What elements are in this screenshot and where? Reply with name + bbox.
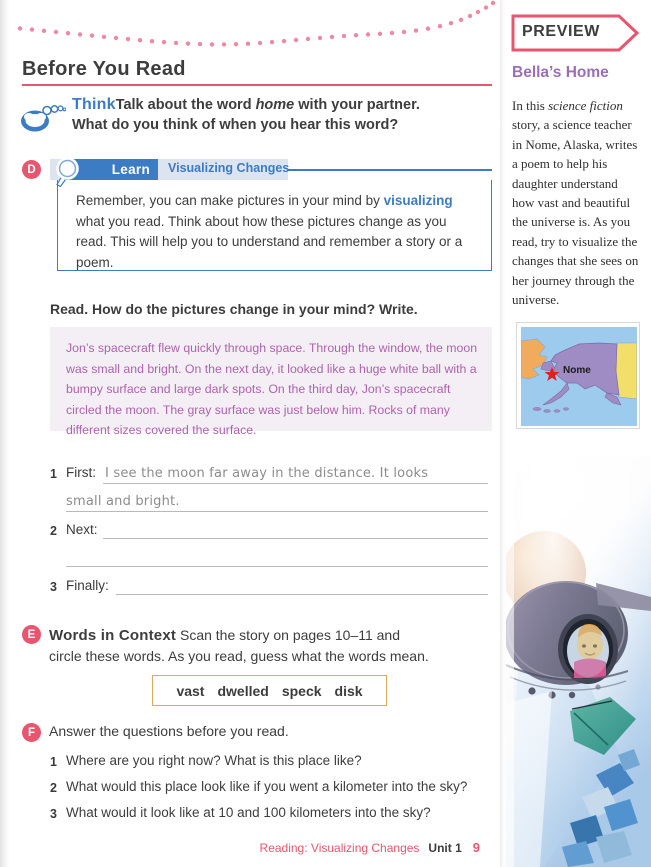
read-prompt: Read. How do the pictures change in your… bbox=[50, 301, 418, 317]
footer-page-number: 9 bbox=[472, 840, 480, 855]
words-in-context-instruction-1: Scan the story on pages 10–11 and bbox=[176, 627, 400, 643]
alaska-map: Nome bbox=[516, 322, 640, 429]
answer-rule-2a bbox=[103, 538, 488, 539]
think-line1-b: with your partner. bbox=[294, 97, 420, 113]
words-in-context-heading-row: Words in Context Scan the story on pages… bbox=[49, 625, 492, 666]
sidebar-edge-shadow bbox=[500, 0, 506, 867]
words-in-context-block: Words in Context Scan the story on pages… bbox=[22, 625, 492, 666]
answer-number-1: 1 bbox=[50, 467, 57, 481]
answer-rule-3a bbox=[116, 594, 488, 595]
page-footer: Reading: Visualizing Changes Unit 1 9 bbox=[0, 840, 492, 855]
page-spine-shadow bbox=[0, 0, 10, 867]
story-text: Jon’s spacecraft flew quickly through sp… bbox=[66, 341, 478, 437]
answer-rule-1a bbox=[103, 483, 488, 484]
think-text: ThinkTalk about the word home with your … bbox=[72, 95, 485, 135]
preview-banner-label: PREVIEW bbox=[522, 23, 600, 40]
vocab-word-3[interactable]: speck bbox=[282, 683, 322, 699]
answer-handwriting-1-line2: small and bright. bbox=[66, 494, 180, 509]
learn-keyword: visualizing bbox=[383, 193, 453, 208]
answer-rule-2b bbox=[66, 566, 488, 567]
answer-number-2: 2 bbox=[50, 524, 57, 538]
answer-number-3: 3 bbox=[50, 580, 57, 594]
learn-content-box: Remember, you can make pictures in your … bbox=[57, 180, 492, 271]
spacecraft-illustration bbox=[500, 455, 651, 867]
learn-header-strip: Learn Visualizing Changes bbox=[50, 157, 290, 187]
answer-label-1: First: bbox=[66, 465, 96, 480]
question-text-1: Where are you right now? What is this pl… bbox=[66, 753, 362, 768]
alaska-map-graphic: Nome bbox=[520, 327, 638, 426]
think-line1-a: Talk about the word bbox=[115, 97, 256, 113]
spacecraft-illustration-graphic bbox=[500, 455, 651, 867]
section-badge-d: D bbox=[22, 160, 41, 179]
title-underline bbox=[22, 84, 492, 86]
learn-topic: Visualizing Changes bbox=[168, 161, 290, 175]
question-number-2: 2 bbox=[50, 781, 57, 795]
learn-rule bbox=[288, 169, 492, 171]
footer-chapter: Reading: Visualizing Changes bbox=[259, 841, 420, 855]
words-in-context-title: Words in Context bbox=[49, 627, 177, 644]
vocabulary-word-box: vast dwelled speck disk bbox=[152, 675, 387, 706]
learn-body-b: what you read. Think about how these pic… bbox=[76, 213, 463, 270]
footer-unit: Unit 1 bbox=[428, 841, 462, 855]
question-text-3: What would it look like at 10 and 100 ki… bbox=[66, 805, 431, 820]
dotted-curve-decoration bbox=[5, 0, 496, 47]
questions-heading: Answer the questions before you read. bbox=[49, 723, 289, 739]
words-in-context-instruction-2: circle these words. As you read, guess w… bbox=[49, 648, 429, 664]
question-number-1: 1 bbox=[50, 755, 57, 769]
thought-bubble-icon bbox=[21, 105, 66, 132]
magnifying-glass-icon bbox=[56, 157, 79, 187]
answer-handwriting-1-line1: I see the moon far away in the distance.… bbox=[105, 466, 429, 481]
summary-part-b: story, a science teacher in Nome, Alaska… bbox=[512, 117, 639, 308]
vocab-word-4[interactable]: disk bbox=[335, 683, 363, 699]
summary-part-a: In this bbox=[512, 98, 549, 113]
page-left-column: Before You Read ThinkTalk about the word… bbox=[0, 0, 500, 867]
story-passage-box: Jon’s spacecraft flew quickly through sp… bbox=[50, 327, 492, 437]
question-text-2: What would this place look like if you w… bbox=[66, 779, 468, 794]
summary-genre-italic: science fiction bbox=[548, 98, 623, 113]
questions-block: Answer the questions before you read. bbox=[22, 723, 492, 739]
map-city-label: Nome bbox=[563, 365, 591, 376]
answer-label-2: Next: bbox=[66, 522, 98, 537]
vocab-word-1[interactable]: vast bbox=[176, 683, 204, 699]
vocab-word-2[interactable]: dwelled bbox=[217, 683, 268, 699]
page-title: Before You Read bbox=[22, 58, 186, 80]
answer-label-3: Finally: bbox=[66, 578, 109, 593]
question-number-3: 3 bbox=[50, 807, 57, 821]
preview-story-title: Bella’s Home bbox=[512, 64, 609, 81]
think-line1-italic: home bbox=[255, 97, 295, 113]
preview-story-summary: In this science fiction story, a science… bbox=[512, 96, 640, 309]
think-line2: What do you think of when you hear this … bbox=[72, 117, 399, 133]
learn-body: Remember, you can make pictures in your … bbox=[76, 191, 475, 273]
answer-rule-1b bbox=[66, 511, 488, 512]
learn-body-a: Remember, you can make pictures in your … bbox=[76, 193, 384, 208]
think-label: Think bbox=[72, 96, 116, 113]
think-activity: ThinkTalk about the word home with your … bbox=[20, 95, 485, 135]
